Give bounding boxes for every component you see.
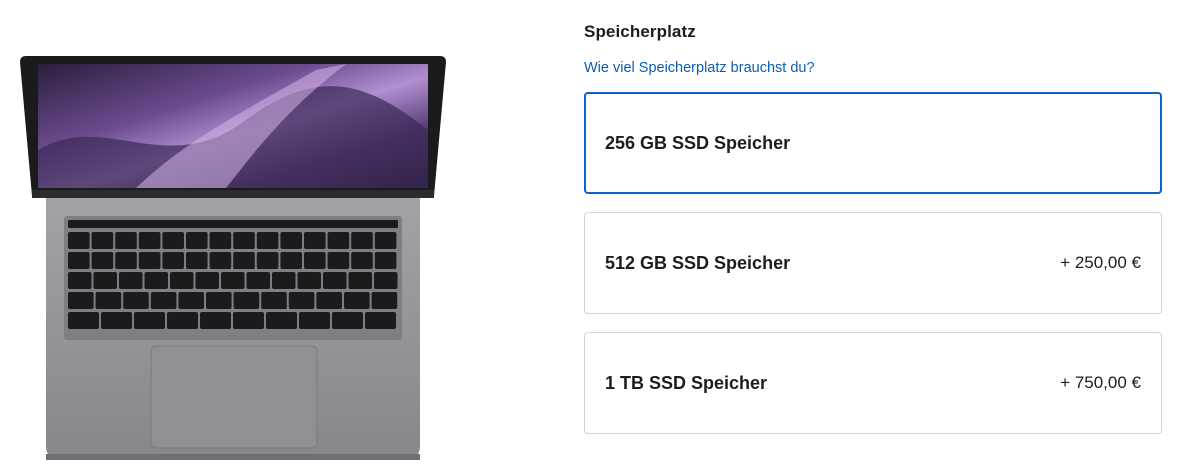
storage-option-1tb[interactable]: 1 TB SSD Speicher + 750,00 € bbox=[584, 332, 1162, 434]
keyboard-key bbox=[316, 292, 342, 309]
keyboard-key bbox=[332, 312, 363, 329]
keyboard-key bbox=[280, 252, 302, 269]
keyboard-key bbox=[68, 292, 94, 309]
storage-help-link[interactable]: Wie viel Speicherplatz brauchst du? bbox=[584, 58, 815, 78]
keyboard-key bbox=[68, 272, 92, 289]
keyboard-key bbox=[138, 252, 161, 269]
option-label: 512 GB SSD Speicher bbox=[605, 252, 791, 273]
keyboard-key bbox=[351, 232, 373, 249]
keyboard-key bbox=[374, 252, 397, 269]
keyboard-key bbox=[371, 292, 398, 309]
keyboard-key bbox=[68, 232, 90, 249]
keyboard-key bbox=[272, 272, 296, 289]
keyboard-key bbox=[348, 272, 372, 289]
keyboard-key bbox=[261, 292, 287, 309]
section-title: Speicherplatz bbox=[584, 22, 696, 41]
keyboard-key bbox=[280, 232, 302, 249]
keyboard-key bbox=[200, 312, 231, 329]
keyboard-key bbox=[162, 232, 184, 249]
keyboard-key bbox=[115, 232, 137, 249]
keyboard-key bbox=[162, 252, 184, 269]
keyboard-key bbox=[233, 312, 264, 329]
keyboard-key bbox=[134, 312, 165, 329]
option-price: + 250,00 € bbox=[1060, 253, 1141, 272]
storage-options: 256 GB SSD Speicher 512 GB SSD Speicher … bbox=[584, 92, 1162, 434]
keyboard-key bbox=[299, 312, 330, 329]
keyboard-key bbox=[246, 272, 270, 289]
keyboard-key bbox=[91, 252, 114, 269]
keyboard-key bbox=[68, 252, 90, 269]
keyboard-key bbox=[304, 232, 326, 249]
keyboard-key bbox=[178, 292, 204, 309]
keyboard-key bbox=[206, 292, 232, 309]
keyboard-key bbox=[256, 252, 279, 269]
keyboard-key bbox=[288, 292, 315, 309]
keyboard-key bbox=[351, 252, 373, 269]
keyboard-key bbox=[233, 292, 260, 309]
keyboard-key bbox=[115, 252, 137, 269]
storage-option-256gb[interactable]: 256 GB SSD Speicher bbox=[584, 92, 1162, 194]
keyboard-key bbox=[304, 252, 326, 269]
keyboard-key bbox=[167, 312, 198, 329]
keyboard-key bbox=[233, 232, 255, 249]
laptop-illustration bbox=[20, 56, 446, 460]
keyboard-key bbox=[233, 252, 255, 269]
keyboard-key bbox=[93, 272, 117, 289]
keyboard-key bbox=[195, 272, 219, 289]
keyboard-key bbox=[170, 272, 194, 289]
option-price: + 750,00 € bbox=[1060, 373, 1141, 392]
keyboard-key bbox=[266, 312, 297, 329]
keyboard-key bbox=[91, 232, 114, 249]
keyboard-key bbox=[95, 292, 122, 309]
keyboard-key bbox=[374, 232, 397, 249]
keyboard-key bbox=[365, 312, 396, 329]
keyboard-key bbox=[209, 252, 232, 269]
keyboard-key bbox=[297, 272, 321, 289]
product-image bbox=[16, 50, 454, 466]
keyboard-key bbox=[101, 312, 132, 329]
keyboard-key bbox=[327, 232, 350, 249]
keyboard-key bbox=[186, 252, 208, 269]
storage-config: Speicherplatz Wie viel Speicherplatz bra… bbox=[584, 20, 1162, 452]
keyboard-key bbox=[138, 232, 161, 249]
option-label: 256 GB SSD Speicher bbox=[605, 132, 791, 153]
keyboard-key bbox=[344, 292, 370, 309]
option-label: 1 TB SSD Speicher bbox=[605, 372, 768, 393]
keyboard-key bbox=[123, 292, 149, 309]
keyboard-key bbox=[186, 232, 208, 249]
keyboard-key bbox=[323, 272, 347, 289]
storage-option-512gb[interactable]: 512 GB SSD Speicher + 250,00 € bbox=[584, 212, 1162, 314]
keyboard-key bbox=[221, 272, 245, 289]
keyboard-key bbox=[209, 232, 232, 249]
keyboard-key bbox=[374, 272, 398, 289]
keyboard-key bbox=[150, 292, 177, 309]
keyboard-key bbox=[144, 272, 168, 289]
keyboard-key bbox=[68, 312, 99, 329]
keyboard-key bbox=[327, 252, 350, 269]
keyboard-key bbox=[119, 272, 143, 289]
keyboard-key bbox=[256, 232, 279, 249]
